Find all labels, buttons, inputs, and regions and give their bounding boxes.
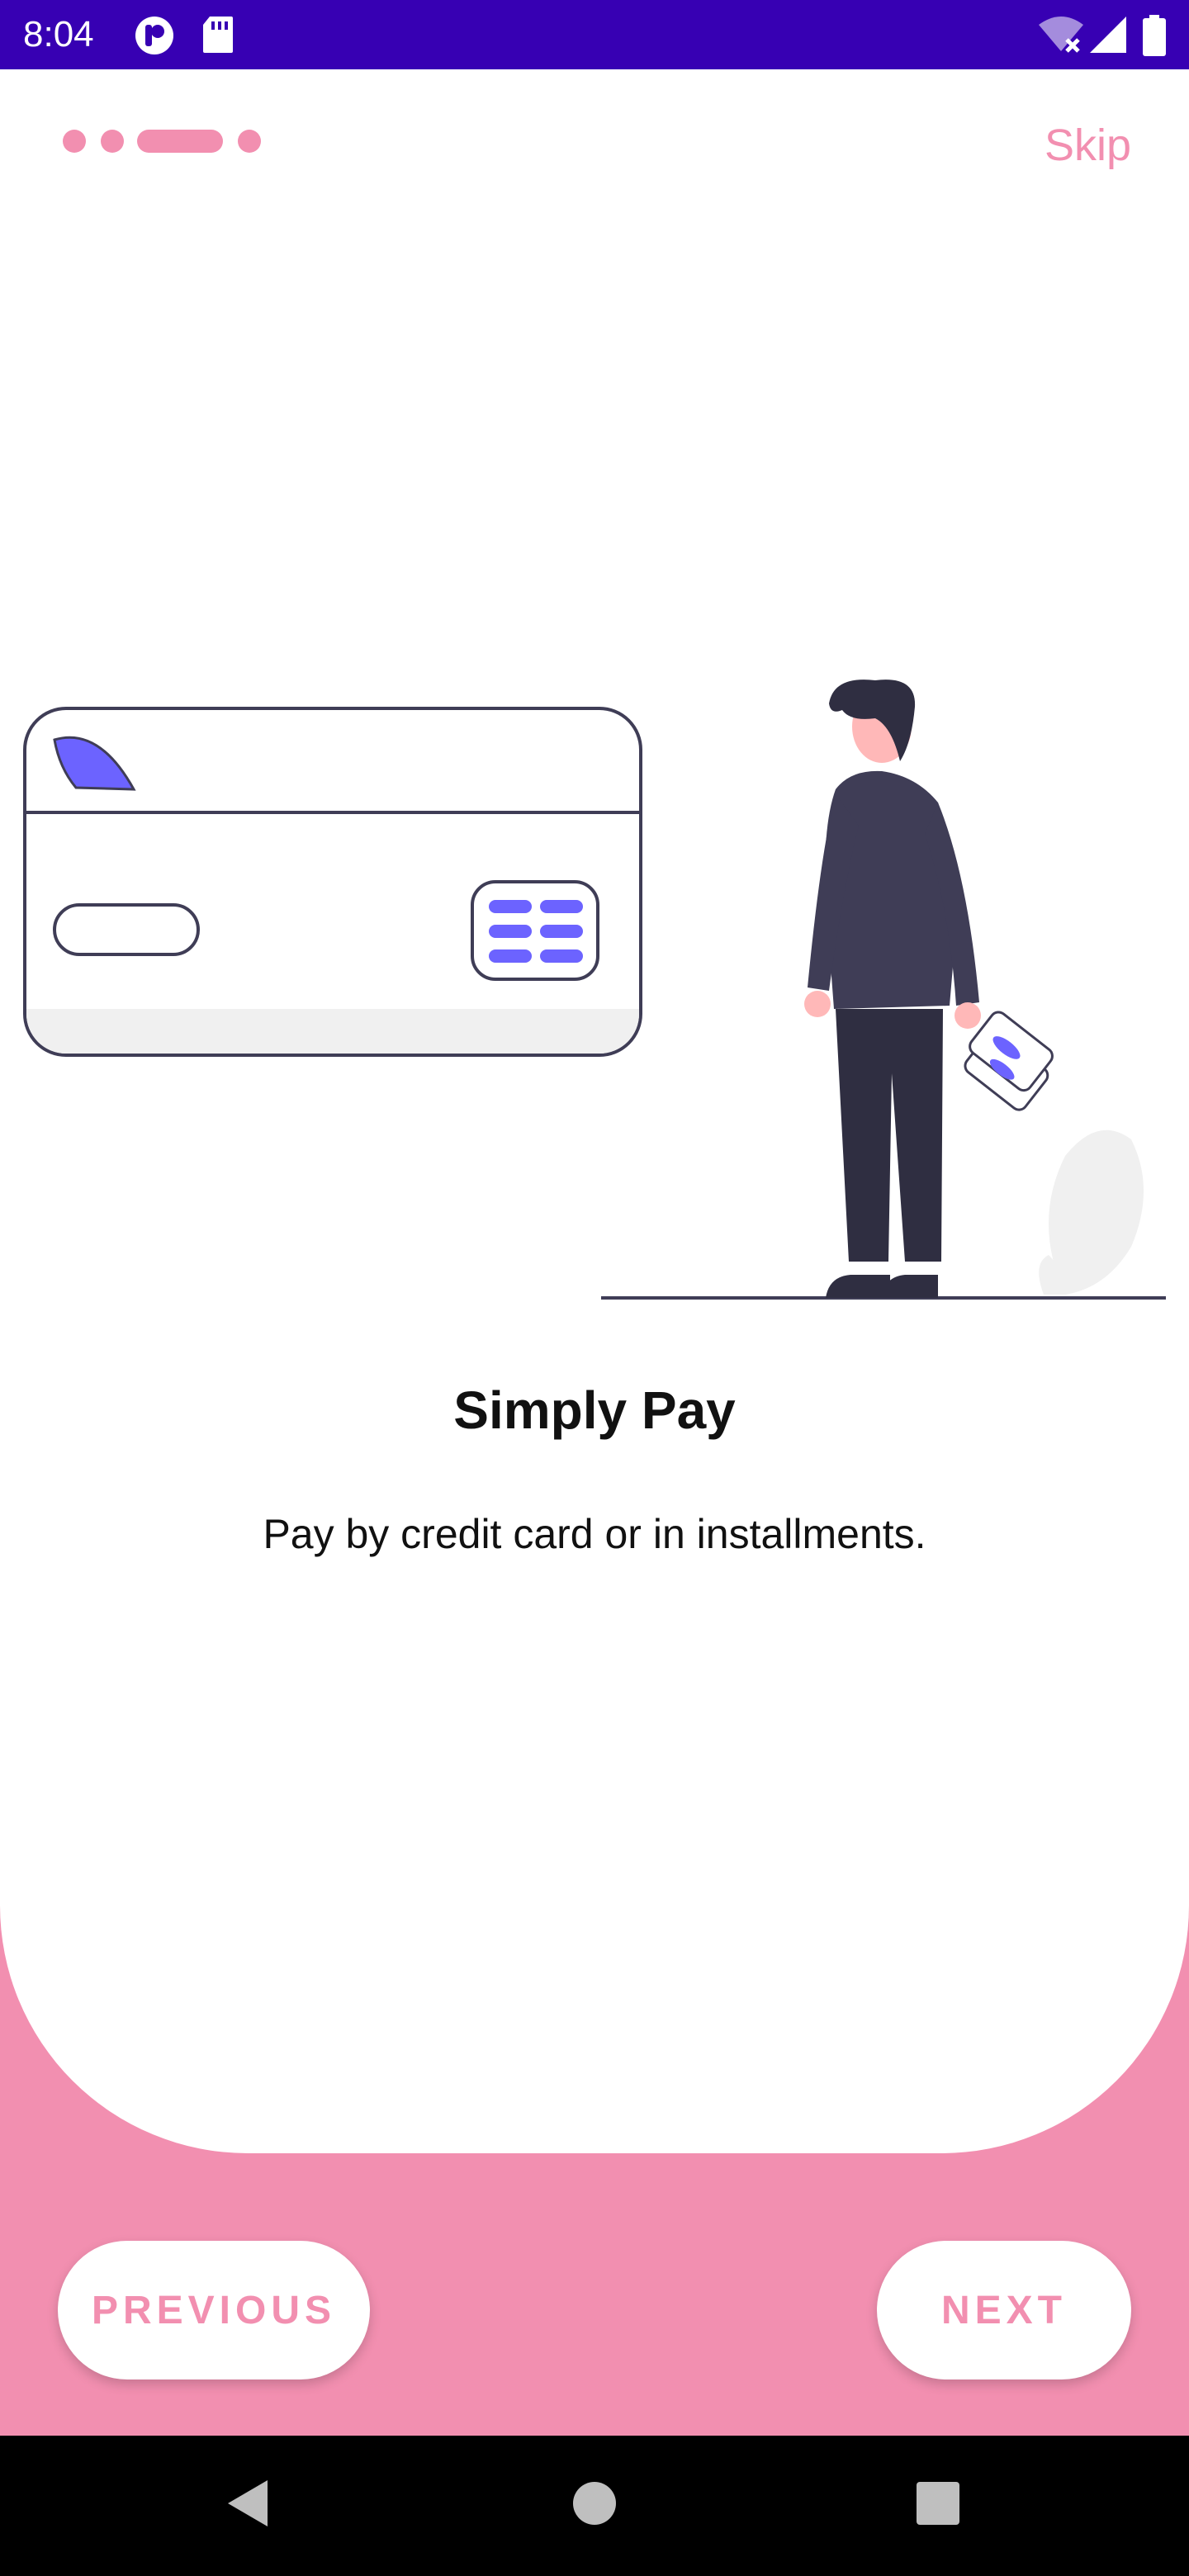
page-dot-4 (238, 130, 261, 153)
credit-card-graphic (23, 707, 642, 1057)
back-icon[interactable] (225, 2477, 271, 2530)
sd-card-icon (203, 17, 233, 53)
page-title: Simply Pay (453, 1380, 736, 1440)
battery-icon (1143, 15, 1166, 56)
signal-icon (1090, 17, 1126, 53)
status-bar: 8:04 (0, 0, 1189, 69)
page-dot-2 (101, 130, 124, 153)
plant-graphic (1039, 1129, 1144, 1295)
navigation-bar (0, 2436, 1189, 2576)
page-dot-1 (63, 130, 86, 153)
page-subtitle: Pay by credit card or in installments. (263, 1511, 926, 1557)
wifi-icon (1039, 17, 1083, 53)
page-dot-3-active (137, 130, 223, 153)
app-icon (135, 17, 173, 54)
payment-illustration (23, 680, 1166, 1300)
status-time: 8:04 (23, 14, 94, 54)
recents-icon[interactable] (915, 2477, 961, 2530)
next-button[interactable]: NEXT (877, 2241, 1131, 2379)
skip-button[interactable]: Skip (1045, 119, 1131, 172)
home-icon[interactable] (571, 2477, 618, 2530)
person-graphic (804, 680, 1054, 1298)
previous-button[interactable]: PREVIOUS (58, 2241, 370, 2379)
